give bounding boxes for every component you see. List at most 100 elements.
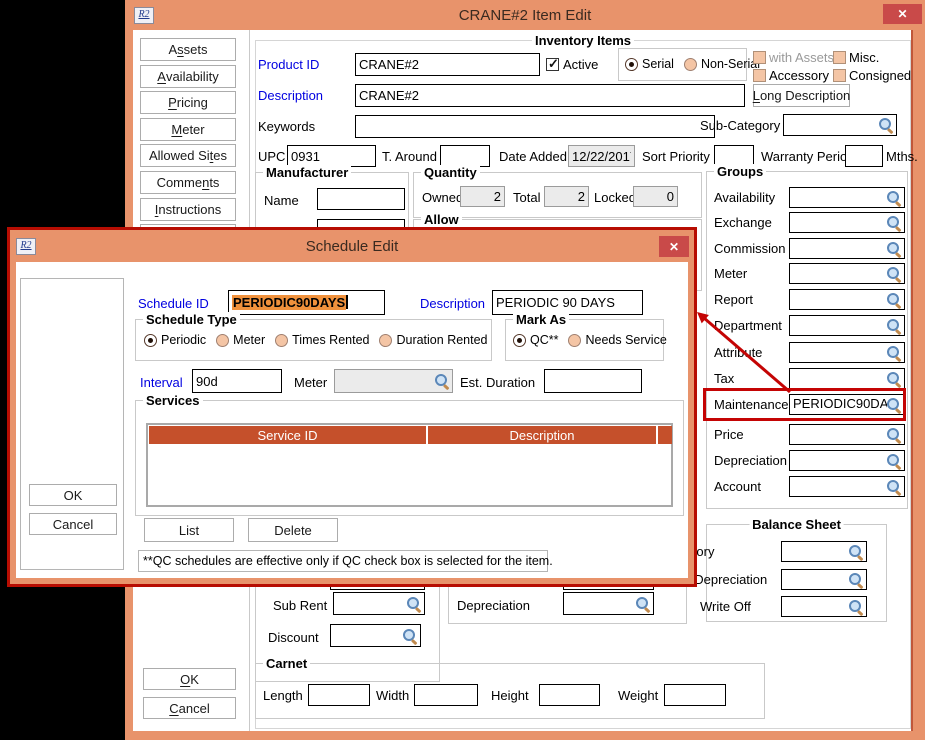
group-price-input[interactable] xyxy=(791,426,889,441)
search-icon[interactable] xyxy=(887,479,902,495)
group-depreciation-field[interactable] xyxy=(789,450,905,471)
sub-category-input[interactable] xyxy=(785,116,881,132)
balance-write-off-field[interactable] xyxy=(781,596,867,617)
sub-rent-field[interactable] xyxy=(333,592,425,615)
radio-meter[interactable]: Meter xyxy=(216,333,265,347)
group-attribute-field[interactable] xyxy=(789,342,905,363)
search-icon[interactable] xyxy=(887,215,902,231)
carnet-weight-input[interactable] xyxy=(664,684,726,706)
sidebar-button-meter[interactable]: Meter xyxy=(140,118,236,141)
radio-periodic[interactable]: Periodic xyxy=(144,333,206,347)
group-attribute-input[interactable] xyxy=(791,344,889,359)
cancel-button[interactable]: Cancel xyxy=(143,697,236,719)
search-icon[interactable] xyxy=(887,266,902,282)
group-tax-input[interactable] xyxy=(791,370,889,385)
with-assets-checkbox[interactable] xyxy=(753,51,766,64)
accessory-checkbox[interactable] xyxy=(753,69,766,82)
sidebar-button-assets[interactable]: As sets xyxy=(140,38,236,61)
search-icon[interactable] xyxy=(849,599,864,615)
sub-category-field[interactable] xyxy=(783,114,897,136)
est-duration-input[interactable] xyxy=(544,369,642,393)
search-icon[interactable] xyxy=(887,318,902,334)
search-icon[interactable] xyxy=(887,241,902,257)
upc-input[interactable] xyxy=(287,145,376,167)
group-department-field[interactable] xyxy=(789,315,905,336)
balance-acc-depreciation-field[interactable] xyxy=(781,569,867,590)
group-exchange-input[interactable] xyxy=(791,214,889,229)
group-price-field[interactable] xyxy=(789,424,905,445)
dialog-ok-button[interactable]: OK xyxy=(29,484,117,506)
group-commission-input[interactable] xyxy=(791,240,889,255)
delete-button[interactable]: Delete xyxy=(248,518,338,542)
sidebar-button-availability[interactable]: Availability xyxy=(140,65,236,88)
radio-times-rented[interactable]: Times Rented xyxy=(275,333,369,347)
group-department-input[interactable] xyxy=(791,317,889,332)
balance-acc-depreciation-input[interactable] xyxy=(783,571,851,586)
sidebar-button-instructions[interactable]: Instructions xyxy=(140,198,236,221)
search-icon[interactable] xyxy=(887,292,902,308)
radio-qc[interactable]: QC** xyxy=(513,333,558,347)
search-icon[interactable] xyxy=(403,628,418,644)
radio-dot[interactable] xyxy=(275,333,289,347)
sidebar-button-comments[interactable]: Comme n ts xyxy=(140,171,236,194)
carnet-height-input[interactable] xyxy=(539,684,600,706)
ok-button[interactable]: OK xyxy=(143,668,236,690)
balance-inventory-input[interactable] xyxy=(783,543,851,558)
search-icon[interactable] xyxy=(407,596,422,612)
search-icon[interactable] xyxy=(435,374,450,389)
radio-non-serial[interactable]: Non-Serial xyxy=(683,57,760,71)
manufacturer-name-input[interactable] xyxy=(317,188,405,210)
sub-rent-input[interactable] xyxy=(335,594,409,611)
long-description-button[interactable]: Long Description xyxy=(753,84,850,107)
radio-duration-rented[interactable]: Duration Rented xyxy=(379,333,488,347)
search-icon[interactable] xyxy=(887,190,902,206)
radio-dot[interactable] xyxy=(568,333,582,347)
depreciation-input[interactable] xyxy=(565,594,638,611)
radio-serial[interactable]: Serial xyxy=(625,57,674,71)
discount-field[interactable] xyxy=(330,624,421,647)
active-checkbox[interactable] xyxy=(546,56,559,72)
search-icon[interactable] xyxy=(849,544,864,560)
group-meter-field[interactable] xyxy=(789,263,905,284)
description-input[interactable] xyxy=(355,84,745,107)
sidebar-button-allowed-sites[interactable]: Allowed Si t es xyxy=(140,144,236,167)
group-report-field[interactable] xyxy=(789,289,905,310)
sidebar-button-pricing[interactable]: Pricing xyxy=(140,91,236,114)
schedule-id-field[interactable]: PERIODIC90DAYS xyxy=(228,290,385,315)
radio-needs-service[interactable]: Needs Service xyxy=(568,333,667,347)
search-icon[interactable] xyxy=(887,453,902,469)
list-button[interactable]: List xyxy=(144,518,234,542)
consigned-checkbox[interactable] xyxy=(833,69,846,82)
discount-input[interactable] xyxy=(332,626,405,643)
warranty-period-input[interactable] xyxy=(845,145,883,167)
carnet-length-input[interactable] xyxy=(308,684,370,706)
radio-dot[interactable] xyxy=(144,333,157,347)
dialog-cancel-button[interactable]: Cancel xyxy=(29,513,117,535)
radio-dot[interactable] xyxy=(379,333,393,347)
search-icon[interactable] xyxy=(879,118,894,133)
radio-dot[interactable] xyxy=(683,57,697,71)
group-account-input[interactable] xyxy=(791,478,889,493)
radio-dot[interactable] xyxy=(625,57,638,71)
search-icon[interactable] xyxy=(849,572,864,588)
group-depreciation-input[interactable] xyxy=(791,452,889,467)
group-commission-field[interactable] xyxy=(789,238,905,259)
group-account-field[interactable] xyxy=(789,476,905,497)
search-icon[interactable] xyxy=(636,596,651,612)
depreciation-field[interactable] xyxy=(563,592,654,615)
misc-checkbox[interactable] xyxy=(833,51,846,64)
product-id-input[interactable] xyxy=(355,53,540,76)
balance-inventory-field[interactable] xyxy=(781,541,867,562)
carnet-width-input[interactable] xyxy=(414,684,478,706)
radio-dot[interactable] xyxy=(513,333,526,347)
radio-dot[interactable] xyxy=(216,333,230,347)
search-icon[interactable] xyxy=(887,345,902,361)
group-meter-input[interactable] xyxy=(791,265,889,280)
keywords-input[interactable] xyxy=(355,115,715,138)
group-tax-field[interactable] xyxy=(789,368,905,389)
interval-input[interactable] xyxy=(192,369,282,393)
group-availability-input[interactable] xyxy=(791,189,889,204)
search-icon[interactable] xyxy=(887,371,902,387)
balance-write-off-input[interactable] xyxy=(783,598,851,613)
group-availability-field[interactable] xyxy=(789,187,905,208)
